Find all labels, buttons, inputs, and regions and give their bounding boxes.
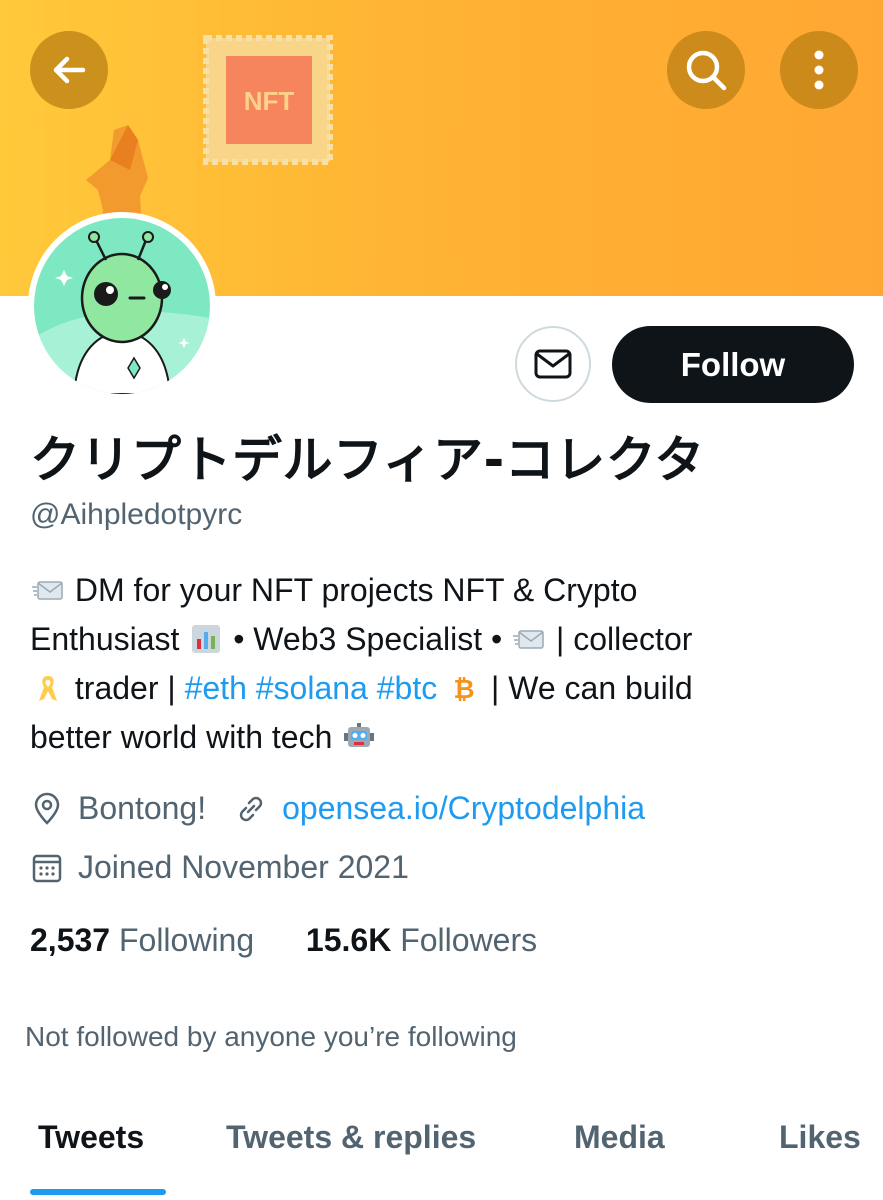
- profile-avatar[interactable]: [28, 212, 216, 400]
- bio-line-2-c: | collector: [556, 621, 693, 657]
- bio-line-3-b: | We can build: [491, 670, 693, 706]
- followers-count: 15.6K: [305, 922, 392, 958]
- message-button[interactable]: [515, 326, 591, 402]
- following-stat[interactable]: 2,537 Following: [30, 922, 263, 958]
- active-tab-indicator: [30, 1189, 166, 1195]
- profile-location: Bontong!: [78, 790, 207, 826]
- social-context-text: Not followed by anyone you’re following: [25, 1021, 517, 1052]
- svg-text:₿: ₿: [454, 675, 475, 704]
- tab-media[interactable]: Media: [574, 1119, 665, 1156]
- profile-tabs: Tweets Tweets & replies Media Likes: [0, 1105, 883, 1200]
- envelope-icon: [534, 349, 572, 379]
- bio-line-1: DM for your NFT projects NFT & Crypto: [74, 572, 638, 608]
- more-options-button[interactable]: [780, 31, 858, 109]
- bitcoin-icon: ₿: [454, 675, 475, 704]
- tab-tweets-and-replies[interactable]: Tweets & replies: [226, 1119, 476, 1156]
- profile-joined-row: Joined November 2021: [30, 849, 409, 886]
- more-vertical-icon: [814, 50, 824, 90]
- profile-handle: @Aihpledotpyrc: [30, 498, 243, 531]
- profile-stats: 2,537 Following 15.6K Followers: [30, 922, 537, 959]
- followers-label: Followers: [400, 922, 538, 958]
- follow-button[interactable]: Follow: [612, 326, 854, 403]
- alien-avatar-image: [34, 218, 210, 394]
- profile-bio: DM for your NFT projects NFT & Crypto En…: [30, 566, 860, 762]
- profile-display-name: クリプトデルフィア-コレクタ: [30, 431, 705, 489]
- following-count: 2,537: [30, 922, 111, 958]
- arrow-left-icon: [53, 56, 86, 84]
- profile-joined-date: Joined November 2021: [78, 849, 409, 885]
- robot-icon: [344, 723, 375, 747]
- following-label: Following: [118, 922, 255, 958]
- bio-hashtags[interactable]: #eth #solana #btc: [185, 670, 438, 706]
- back-button[interactable]: [30, 31, 108, 109]
- ribbon-icon: [39, 676, 57, 701]
- tab-likes[interactable]: Likes: [779, 1119, 861, 1156]
- profile-website-link[interactable]: opensea.io/Cryptodelphia: [282, 790, 645, 827]
- bio-line-3-a: trader |: [74, 670, 176, 706]
- stamp-text: NFT: [244, 86, 295, 116]
- calendar-icon: [30, 851, 64, 885]
- bio-line-2-a: Enthusiast: [30, 621, 180, 657]
- incoming-envelope-icon: [513, 630, 544, 649]
- search-button[interactable]: [667, 31, 745, 109]
- incoming-envelope-icon: [32, 581, 63, 600]
- bio-line-4: better world with tech: [30, 719, 333, 755]
- profile-meta-row: Bontong! opensea.io/Cryptodelphia: [30, 790, 645, 827]
- bio-line-2-b: • Web3 Specialist •: [233, 621, 503, 657]
- tab-tweets[interactable]: Tweets: [38, 1119, 144, 1156]
- link-icon: [234, 792, 268, 826]
- followers-stat[interactable]: 15.6K Followers: [306, 922, 537, 958]
- bar-chart-icon: [192, 625, 221, 653]
- search-icon: [686, 50, 727, 91]
- location-pin-icon: [30, 792, 64, 826]
